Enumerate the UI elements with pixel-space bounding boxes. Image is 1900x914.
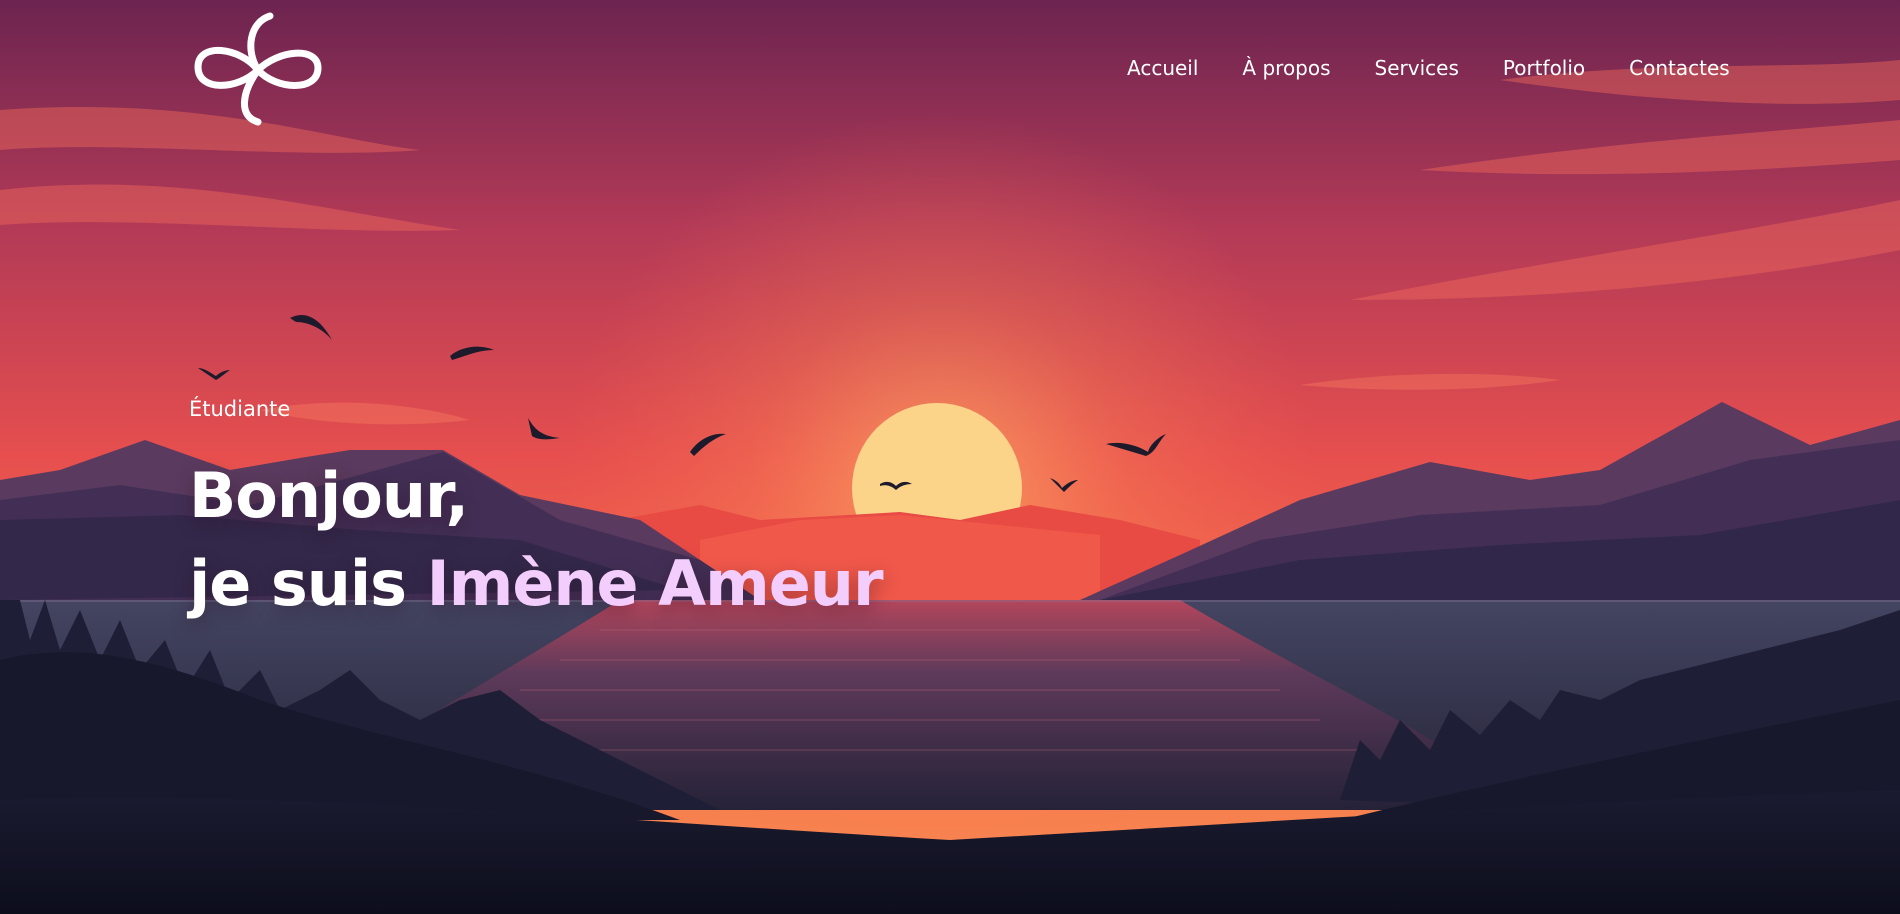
nav-item-portfolio[interactable]: Portfolio [1503, 56, 1585, 80]
infinity-knot-icon[interactable] [190, 12, 326, 126]
nav-item-services[interactable]: Services [1375, 56, 1459, 80]
hero-subtitle: Étudiante [189, 397, 291, 421]
hero-intro: je suis [189, 547, 427, 620]
hero-intro-line: je suis Imène Ameur [189, 540, 884, 628]
hero-greeting: Bonjour, [189, 459, 469, 532]
nav-item-accueil[interactable]: Accueil [1127, 56, 1198, 80]
main-nav: Accueil À propos Services Portfolio Cont… [1127, 56, 1730, 80]
hero-section: Étudiante [189, 396, 290, 422]
nav-item-a-propos[interactable]: À propos [1242, 56, 1330, 80]
hero-name: Imène Ameur [426, 547, 884, 620]
nav-item-contactes[interactable]: Contactes [1629, 56, 1730, 80]
hero-title: Bonjour, je suis Imène Ameur [189, 452, 884, 628]
